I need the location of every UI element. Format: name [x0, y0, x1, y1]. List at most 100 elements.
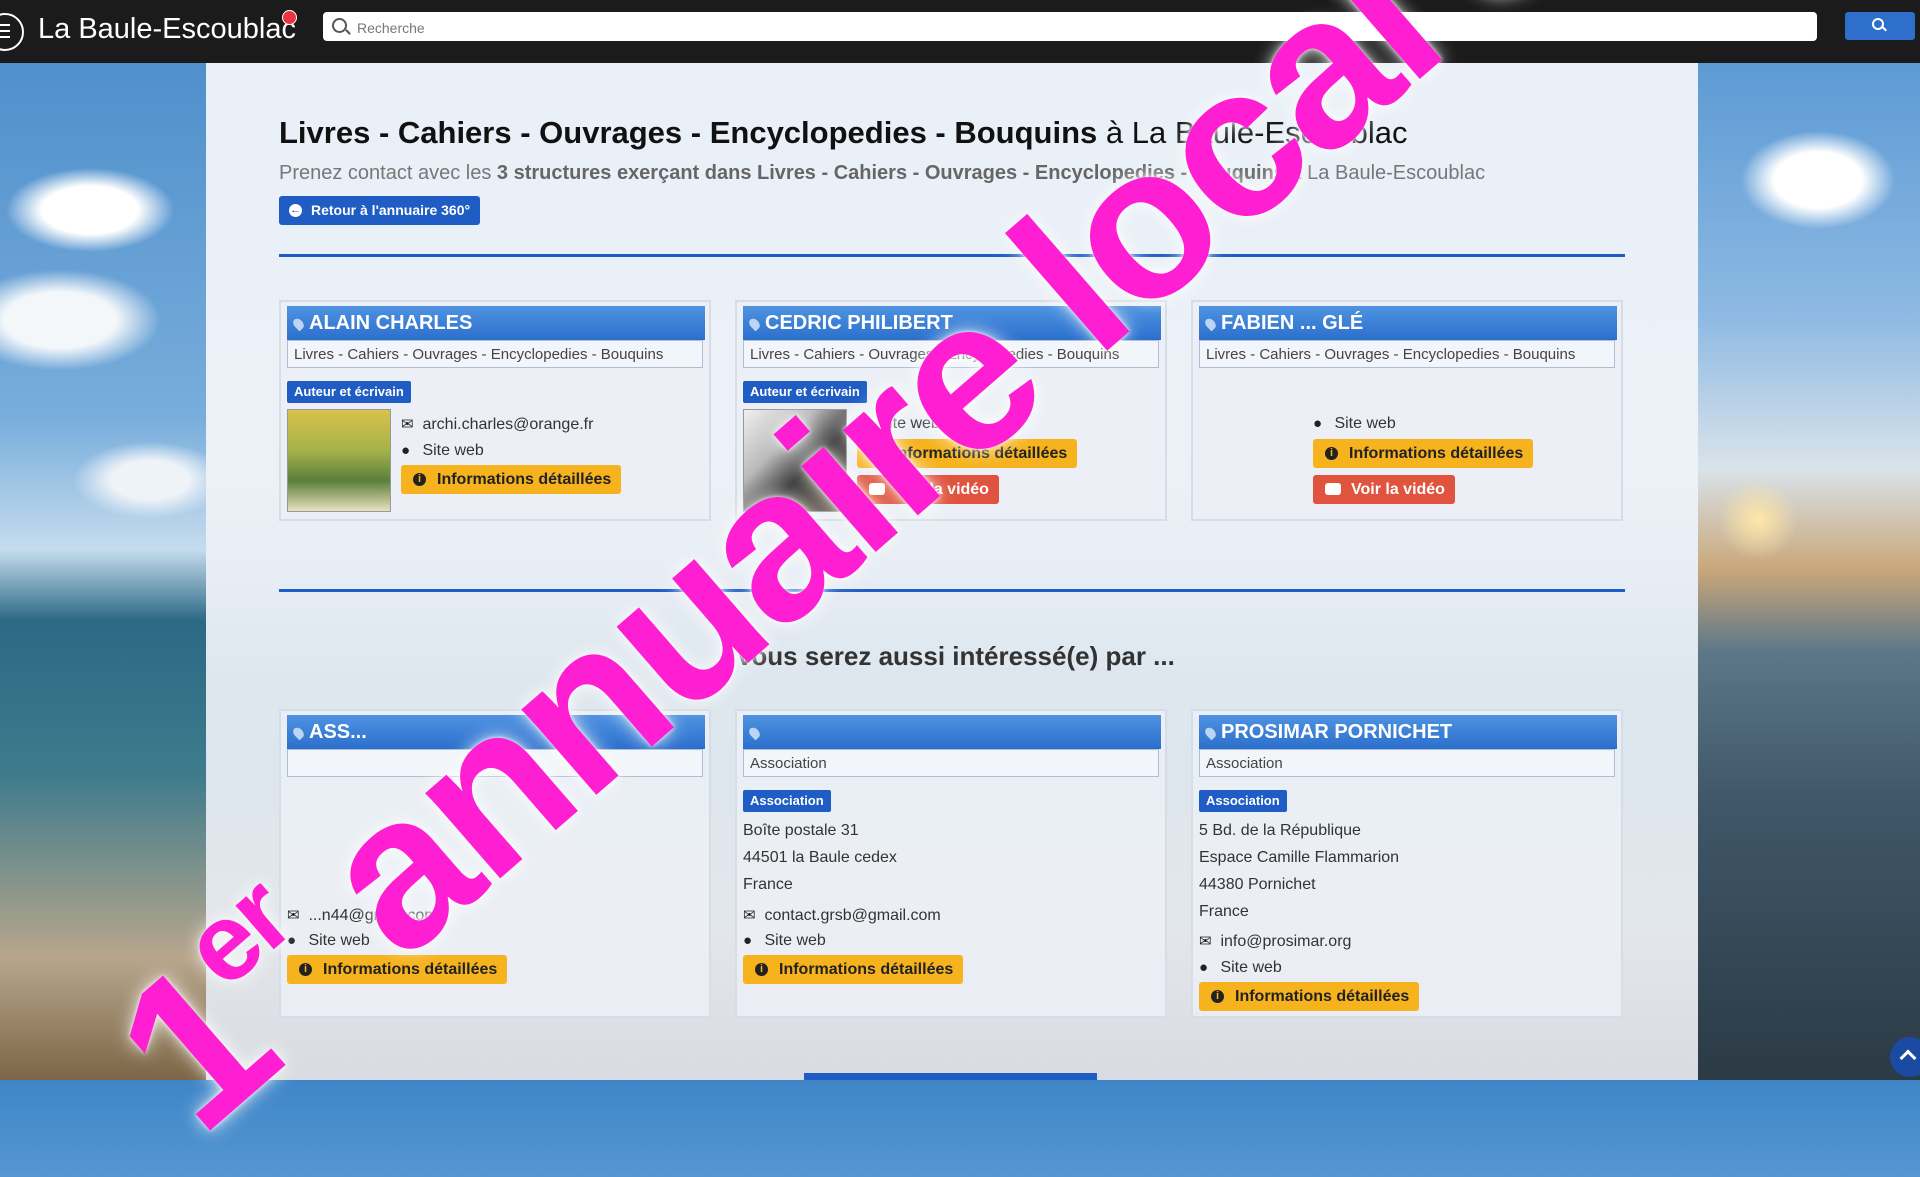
globe-icon: ● — [287, 932, 297, 949]
website-link[interactable]: Site web — [308, 932, 369, 949]
website-link[interactable]: Site web — [764, 932, 825, 949]
card-title[interactable]: ASS... — [287, 715, 705, 749]
main-content: Livres - Cahiers - Ouvrages - Encycloped… — [206, 63, 1698, 1080]
details-button[interactable]: i Informations détaillées — [1313, 439, 1534, 468]
details-button-label: Informations détaillées — [1349, 445, 1524, 462]
pro-card: FABIEN ... GLÉ Livres - Cahiers - Ouvrag… — [1191, 300, 1623, 521]
page-title-category: Livres - Cahiers - Ouvrages - Encycloped… — [279, 115, 1098, 150]
info-icon: i — [1211, 990, 1224, 1003]
page-title: Livres - Cahiers - Ouvrages - Encycloped… — [279, 115, 1407, 151]
details-button[interactable]: i Informations détaillées — [857, 439, 1078, 468]
top-navbar: La Baule-Escoublac — [0, 0, 1920, 63]
details-button-label: Informations détaillées — [437, 471, 612, 488]
website-link[interactable]: Site web — [878, 415, 939, 432]
notification-dot-icon — [282, 10, 297, 25]
card-title-text: PROSIMAR PORNICHET — [1221, 721, 1453, 743]
email-line: ✉ contact.grsb@gmail.com — [743, 906, 941, 925]
load-more-button[interactable] — [804, 1073, 1097, 1080]
email-link[interactable]: ...n44@gmail.com — [308, 907, 437, 924]
email-line: ✉ ...n44@gmail.com — [287, 906, 438, 925]
email-link[interactable]: contact.grsb@gmail.com — [764, 907, 940, 924]
card-title[interactable]: CEDRIC PHILIBERT — [743, 306, 1161, 340]
card-title[interactable]: ALAIN CHARLES — [287, 306, 705, 340]
play-icon — [1325, 483, 1341, 495]
video-button[interactable]: Voir la vidéo — [1313, 475, 1455, 504]
globe-icon: ● — [857, 415, 867, 432]
website-link[interactable]: Site web — [1334, 415, 1395, 432]
book-cover-thumbnail[interactable] — [287, 409, 391, 512]
back-to-directory-button[interactable]: ← Retour à l'annuaire 360° — [279, 196, 481, 225]
search-icon — [1872, 18, 1884, 30]
envelope-icon: ✉ — [287, 907, 300, 924]
address-line: Boîte postale 31 — [743, 822, 859, 839]
website-line: ● Site web — [857, 415, 940, 433]
association-card: Association Association Boîte postale 31… — [735, 709, 1167, 1018]
search-input[interactable] — [355, 12, 1799, 43]
address-line: France — [1199, 903, 1249, 920]
globe-icon: ● — [1313, 415, 1323, 432]
globe-icon: ● — [401, 442, 411, 459]
envelope-icon: ✉ — [1199, 933, 1212, 950]
association-card: ASS... ✉ ...n44@gmail.com ● Site web i In… — [279, 709, 711, 1018]
details-button[interactable]: i Informations détaillées — [743, 955, 964, 984]
subtitle-count: 3 structures exerçant dans Livres - Cahi… — [496, 162, 1285, 184]
details-button-label: Informations détaillées — [1235, 988, 1410, 1005]
envelope-icon: ✉ — [743, 907, 756, 924]
background-photo-left — [0, 60, 206, 1080]
menu-icon[interactable] — [0, 13, 24, 51]
details-button[interactable]: i Informations détaillées — [1199, 982, 1420, 1011]
globe-icon: ● — [1199, 959, 1209, 976]
divider — [279, 254, 1625, 257]
category-badge: Association — [1199, 790, 1287, 812]
envelope-icon: ✉ — [401, 416, 414, 433]
map-pin-icon — [1203, 316, 1218, 332]
background-photo-right — [1698, 60, 1920, 1080]
card-category: Association — [743, 749, 1159, 777]
section-title: Vous serez aussi intéressé(e) par ... — [736, 641, 1175, 671]
map-pin-icon — [291, 316, 306, 332]
card-title[interactable] — [743, 715, 1161, 749]
email-line: ✉ archi.charles@orange.fr — [401, 415, 593, 434]
website-line: ● Site web — [287, 932, 370, 950]
details-button-label: Informations détaillées — [323, 961, 498, 978]
email-line: ✉ info@prosimar.org — [1199, 932, 1351, 951]
card-title[interactable]: PROSIMAR PORNICHET — [1199, 715, 1617, 749]
address-line: Espace Camille Flammarion — [1199, 849, 1400, 866]
info-icon: i — [755, 963, 768, 976]
info-icon: i — [299, 963, 312, 976]
video-button-label: Voir la vidéo — [1351, 481, 1445, 498]
card-title-text: FABIEN ... GLÉ — [1221, 312, 1364, 334]
arrow-left-icon: ← — [289, 204, 302, 217]
map-pin-icon — [291, 725, 306, 741]
category-badge: Auteur et écrivain — [287, 381, 411, 403]
card-title[interactable]: FABIEN ... GLÉ — [1199, 306, 1617, 340]
website-line: ● Site web — [1199, 959, 1282, 977]
email-link[interactable]: info@prosimar.org — [1220, 933, 1351, 950]
card-category — [287, 749, 703, 777]
address-line: 5 Bd. de la République — [1199, 822, 1361, 839]
address-line: France — [743, 876, 793, 893]
details-button[interactable]: i Informations détaillées — [287, 955, 508, 984]
website-link[interactable]: Site web — [1220, 959, 1281, 976]
page-title-city: à La Baule-Escoublac — [1097, 115, 1408, 150]
category-badge: Association — [743, 790, 831, 812]
email-link[interactable]: archi.charles@orange.fr — [422, 416, 593, 433]
site-title[interactable]: La Baule-Escoublac — [38, 13, 296, 46]
info-icon: i — [413, 473, 426, 486]
globe-icon: ● — [743, 932, 753, 949]
back-button-label: Retour à l'annuaire 360° — [311, 202, 471, 218]
search-box — [323, 12, 1817, 43]
card-category: Livres - Cahiers - Ouvrages - Encycloped… — [287, 340, 703, 368]
profile-photo[interactable] — [743, 409, 847, 512]
category-badge: Auteur et écrivain — [743, 381, 867, 403]
video-button-label: Voir la vidéo — [895, 481, 989, 498]
details-button[interactable]: i Informations détaillées — [401, 465, 622, 494]
play-icon — [869, 483, 885, 495]
page-subtitle: Prenez contact avec les 3 structures exe… — [279, 162, 1485, 185]
website-link[interactable]: Site web — [422, 442, 483, 459]
details-button-label: Informations détaillées — [779, 961, 954, 978]
search-button[interactable] — [1845, 12, 1915, 40]
video-button[interactable]: Voir la vidéo — [857, 475, 999, 504]
address-line: 44501 la Baule cedex — [743, 849, 897, 866]
pro-card: ALAIN CHARLES Livres - Cahiers - Ouvrage… — [279, 300, 711, 521]
